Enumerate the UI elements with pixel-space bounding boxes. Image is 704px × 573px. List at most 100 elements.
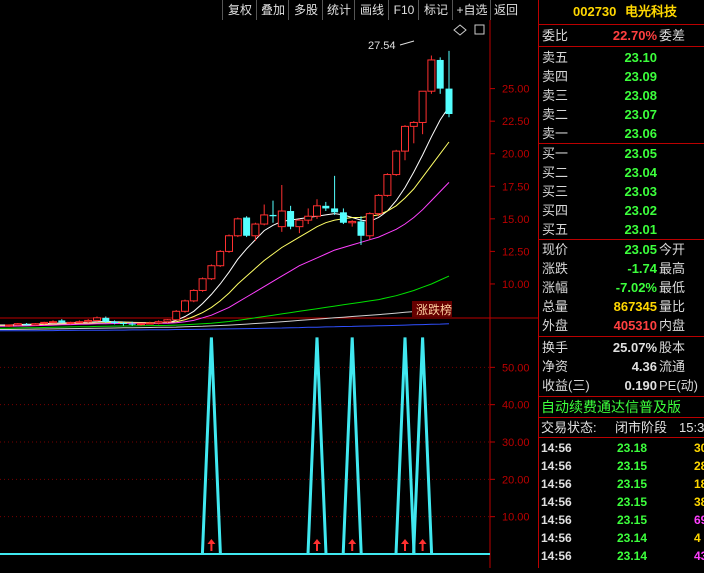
candle-body [233, 218, 242, 237]
signal-spike [200, 337, 222, 555]
toolbar-button[interactable]: 标记 [418, 0, 453, 20]
bid-row: 买五 23.01 [539, 220, 704, 239]
tick-price: 23.15 [617, 459, 648, 473]
tick-time: 14:56 [541, 531, 572, 545]
indicator-tick-label: 40.00 [502, 400, 530, 412]
fundamental-row-label: 换手 [542, 340, 569, 355]
quote-row-label2: 今开 [659, 242, 686, 257]
high-price-pointer [399, 40, 415, 46]
quote-row-value: -7.02% [615, 280, 657, 295]
chart-toolbar: 复权 叠加 多股 统计 画线 F10 标记 +自选 返回 [0, 0, 538, 20]
fundamental-row-label2: 流通 [659, 359, 686, 374]
quote-row-label2: 量比 [659, 299, 686, 314]
candle-body [145, 322, 154, 325]
tick-time: 14:56 [541, 513, 572, 527]
ask-row-value: 23.07 [624, 107, 657, 122]
toolbar-button[interactable]: 画线 [354, 0, 389, 20]
quote-row-value: 23.05 [624, 242, 657, 257]
fundamental-row-value: 4.36 [631, 359, 657, 374]
tick-vol: 38 [694, 495, 704, 509]
toolbar-button[interactable]: F10 [388, 0, 419, 20]
candle-body [93, 317, 101, 321]
signal-arrow-icon [401, 539, 409, 544]
candle-body [322, 205, 330, 209]
candle-body [295, 219, 304, 228]
ask-row-value: 23.08 [624, 88, 657, 103]
divider [539, 437, 704, 438]
ask-row-value: 23.06 [624, 126, 657, 141]
tick-price: 23.15 [617, 513, 648, 527]
bid-row-label: 买四 [542, 203, 569, 218]
price-tick-label: 10.00 [502, 279, 530, 291]
divider [539, 396, 704, 397]
bid-row-label: 买二 [542, 165, 569, 180]
toolbar-button[interactable]: 统计 [322, 0, 355, 20]
trade-status-value: 闭市阶段 [615, 420, 668, 435]
quote-row-value: 867345 [613, 299, 657, 314]
order-ratio-value: 22.70% [612, 28, 657, 43]
price-tick-label: 12.50 [502, 246, 530, 258]
ad-text[interactable]: 自动续费通达信普及版 [541, 398, 681, 417]
tick-vol: 69 [694, 513, 704, 527]
tick-price: 23.15 [617, 477, 648, 491]
square-icon[interactable] [474, 24, 485, 35]
toolbar-button[interactable]: 返回 [490, 0, 521, 20]
ask-row-value: 23.10 [624, 50, 657, 65]
candle-body [243, 217, 251, 236]
stock-name: 电光科技 [625, 4, 678, 19]
candle-body [119, 323, 127, 325]
tick-vol: 18 [694, 477, 704, 491]
tick-vol: 28 [694, 459, 704, 473]
indicator-tick-label: 50.00 [502, 362, 530, 374]
candle-body [58, 320, 66, 323]
toolbar-button[interactable]: 复权 [222, 0, 257, 20]
toolbar-button[interactable]: +自选 [452, 0, 491, 20]
candle-body [304, 215, 313, 221]
divider [539, 336, 704, 337]
quote-row-label2: 最高 [659, 261, 686, 276]
candle-body [401, 125, 409, 152]
candle-body [207, 265, 216, 280]
signal-arrow-icon [418, 539, 427, 544]
ask-row-label: 卖三 [542, 88, 569, 103]
candle-body [348, 220, 357, 224]
bid-row: 买四 23.02 [539, 201, 704, 220]
divider [539, 46, 704, 47]
ask-row: 卖二 23.07 [539, 105, 704, 124]
kline-chart[interactable]: 25.00 22.50 20.00 17.50 15.00 12.50 10.00 50.00… [0, 20, 538, 568]
quote-row-label: 涨跌 [542, 261, 569, 276]
chart-canvas[interactable]: 25.00 22.50 20.00 17.50 15.00 12.50 10.00 50.00… [0, 20, 538, 568]
indicator-tick-label: 20.00 [502, 474, 530, 486]
candle-body [172, 310, 181, 321]
candle-body [31, 323, 40, 326]
ask-row-label: 卖一 [542, 126, 569, 141]
tick-price: 23.14 [617, 531, 648, 545]
candle-body [137, 323, 145, 326]
ask-row-label: 卖二 [542, 107, 569, 122]
tick-price: 23.18 [617, 441, 648, 455]
diamond-icon[interactable] [453, 24, 467, 36]
price-tick-label: 25.00 [502, 84, 530, 96]
candle-body [251, 223, 260, 237]
bid-row-label: 买一 [542, 146, 569, 161]
candle-body [13, 323, 22, 326]
ask-row: 卖四 23.09 [539, 67, 704, 86]
ad-row[interactable]: 自动续费通达信普及版 [539, 398, 704, 417]
quote-row-label: 现价 [542, 242, 569, 257]
toolbar-button[interactable]: 多股 [288, 0, 323, 20]
candle-body [383, 174, 392, 196]
quote-row-label: 涨幅 [542, 280, 569, 295]
zhangdie-badge[interactable]: 涨跌榜 [416, 302, 452, 317]
candle-body [260, 214, 269, 225]
fundamental-row-label2: 股本 [659, 340, 686, 355]
candle-body [154, 321, 163, 324]
signal-spike [306, 337, 328, 555]
candle-body [287, 211, 295, 227]
signal-arrow-icon [313, 539, 321, 544]
moving-average-line [0, 106, 450, 326]
bid-row-value: 23.02 [624, 203, 657, 218]
quote-row-label2: 最低 [659, 280, 686, 295]
toolbar-button[interactable]: 叠加 [256, 0, 289, 20]
candle-body [75, 321, 84, 324]
candle-body [216, 250, 225, 267]
